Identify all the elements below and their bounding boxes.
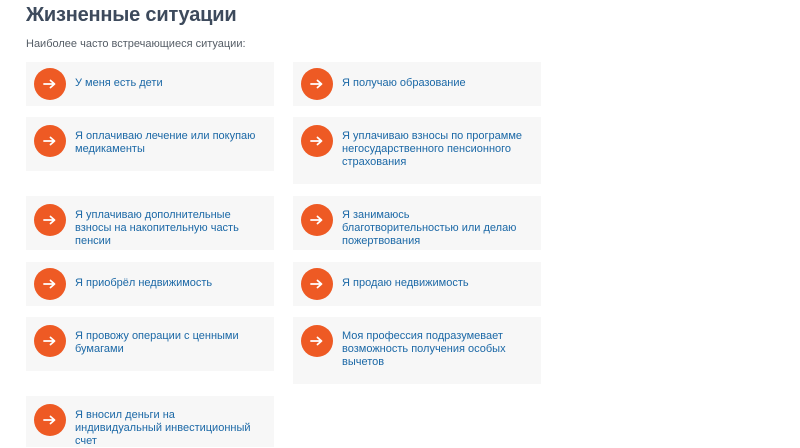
arrow-right-icon — [34, 204, 66, 236]
situation-card-nonstate-pension[interactable]: Я уплачиваю взносы по программе негосуда… — [293, 117, 541, 184]
arrow-right-icon — [301, 125, 333, 157]
situation-label: У меня есть дети — [75, 77, 163, 89]
situation-label: Я занимаюсь благотворительностью или дел… — [342, 209, 517, 247]
arrow-right-icon — [34, 268, 66, 300]
situation-card-securities[interactable]: Я провожу операции с ценными бумагами — [26, 317, 274, 371]
situation-card-property-bought[interactable]: Я приобрёл недвижимость — [26, 262, 274, 306]
arrow-right-icon — [34, 404, 66, 436]
situation-label: Я приобрёл недвижимость — [75, 277, 213, 289]
situation-label: Моя профессия подразумевает возможность … — [342, 330, 506, 368]
situation-label: Я уплачиваю дополнительные взносы на нак… — [75, 209, 239, 247]
situation-card-charity[interactable]: Я занимаюсь благотворительностью или дел… — [293, 196, 541, 250]
arrow-right-icon — [301, 68, 333, 100]
situation-label: Я продаю недвижимость — [342, 277, 469, 289]
page-subtitle: Наиболее часто встречающиеся ситуации: — [26, 38, 246, 50]
arrow-right-icon — [301, 325, 333, 357]
situation-card-children[interactable]: У меня есть дети — [26, 62, 274, 106]
situation-label: Я получаю образование — [342, 77, 466, 89]
situation-label: Я уплачиваю взносы по программе негосуда… — [342, 130, 523, 168]
situation-card-education[interactable]: Я получаю образование — [293, 62, 541, 106]
situation-card-iis[interactable]: Я вносил деньги на индивидуальный инвест… — [26, 396, 274, 447]
arrow-right-icon — [34, 325, 66, 357]
arrow-right-icon — [301, 204, 333, 236]
situation-label: Я оплачиваю лечение или покупаю медикаме… — [75, 130, 256, 155]
situation-label: Я провожу операции с ценными бумагами — [75, 330, 239, 355]
arrow-right-icon — [34, 125, 66, 157]
situation-label: Я вносил деньги на индивидуальный инвест… — [75, 409, 251, 447]
arrow-right-icon — [301, 268, 333, 300]
situation-card-professional-deductions[interactable]: Моя профессия подразумевает возможность … — [293, 317, 541, 384]
situation-card-pension-contributions[interactable]: Я уплачиваю дополнительные взносы на нак… — [26, 196, 274, 250]
situation-card-property-sale[interactable]: Я продаю недвижимость — [293, 262, 541, 306]
arrow-right-icon — [34, 68, 66, 100]
page-title: Жизненные ситуации — [26, 4, 237, 26]
situation-card-medical[interactable]: Я оплачиваю лечение или покупаю медикаме… — [26, 117, 274, 171]
